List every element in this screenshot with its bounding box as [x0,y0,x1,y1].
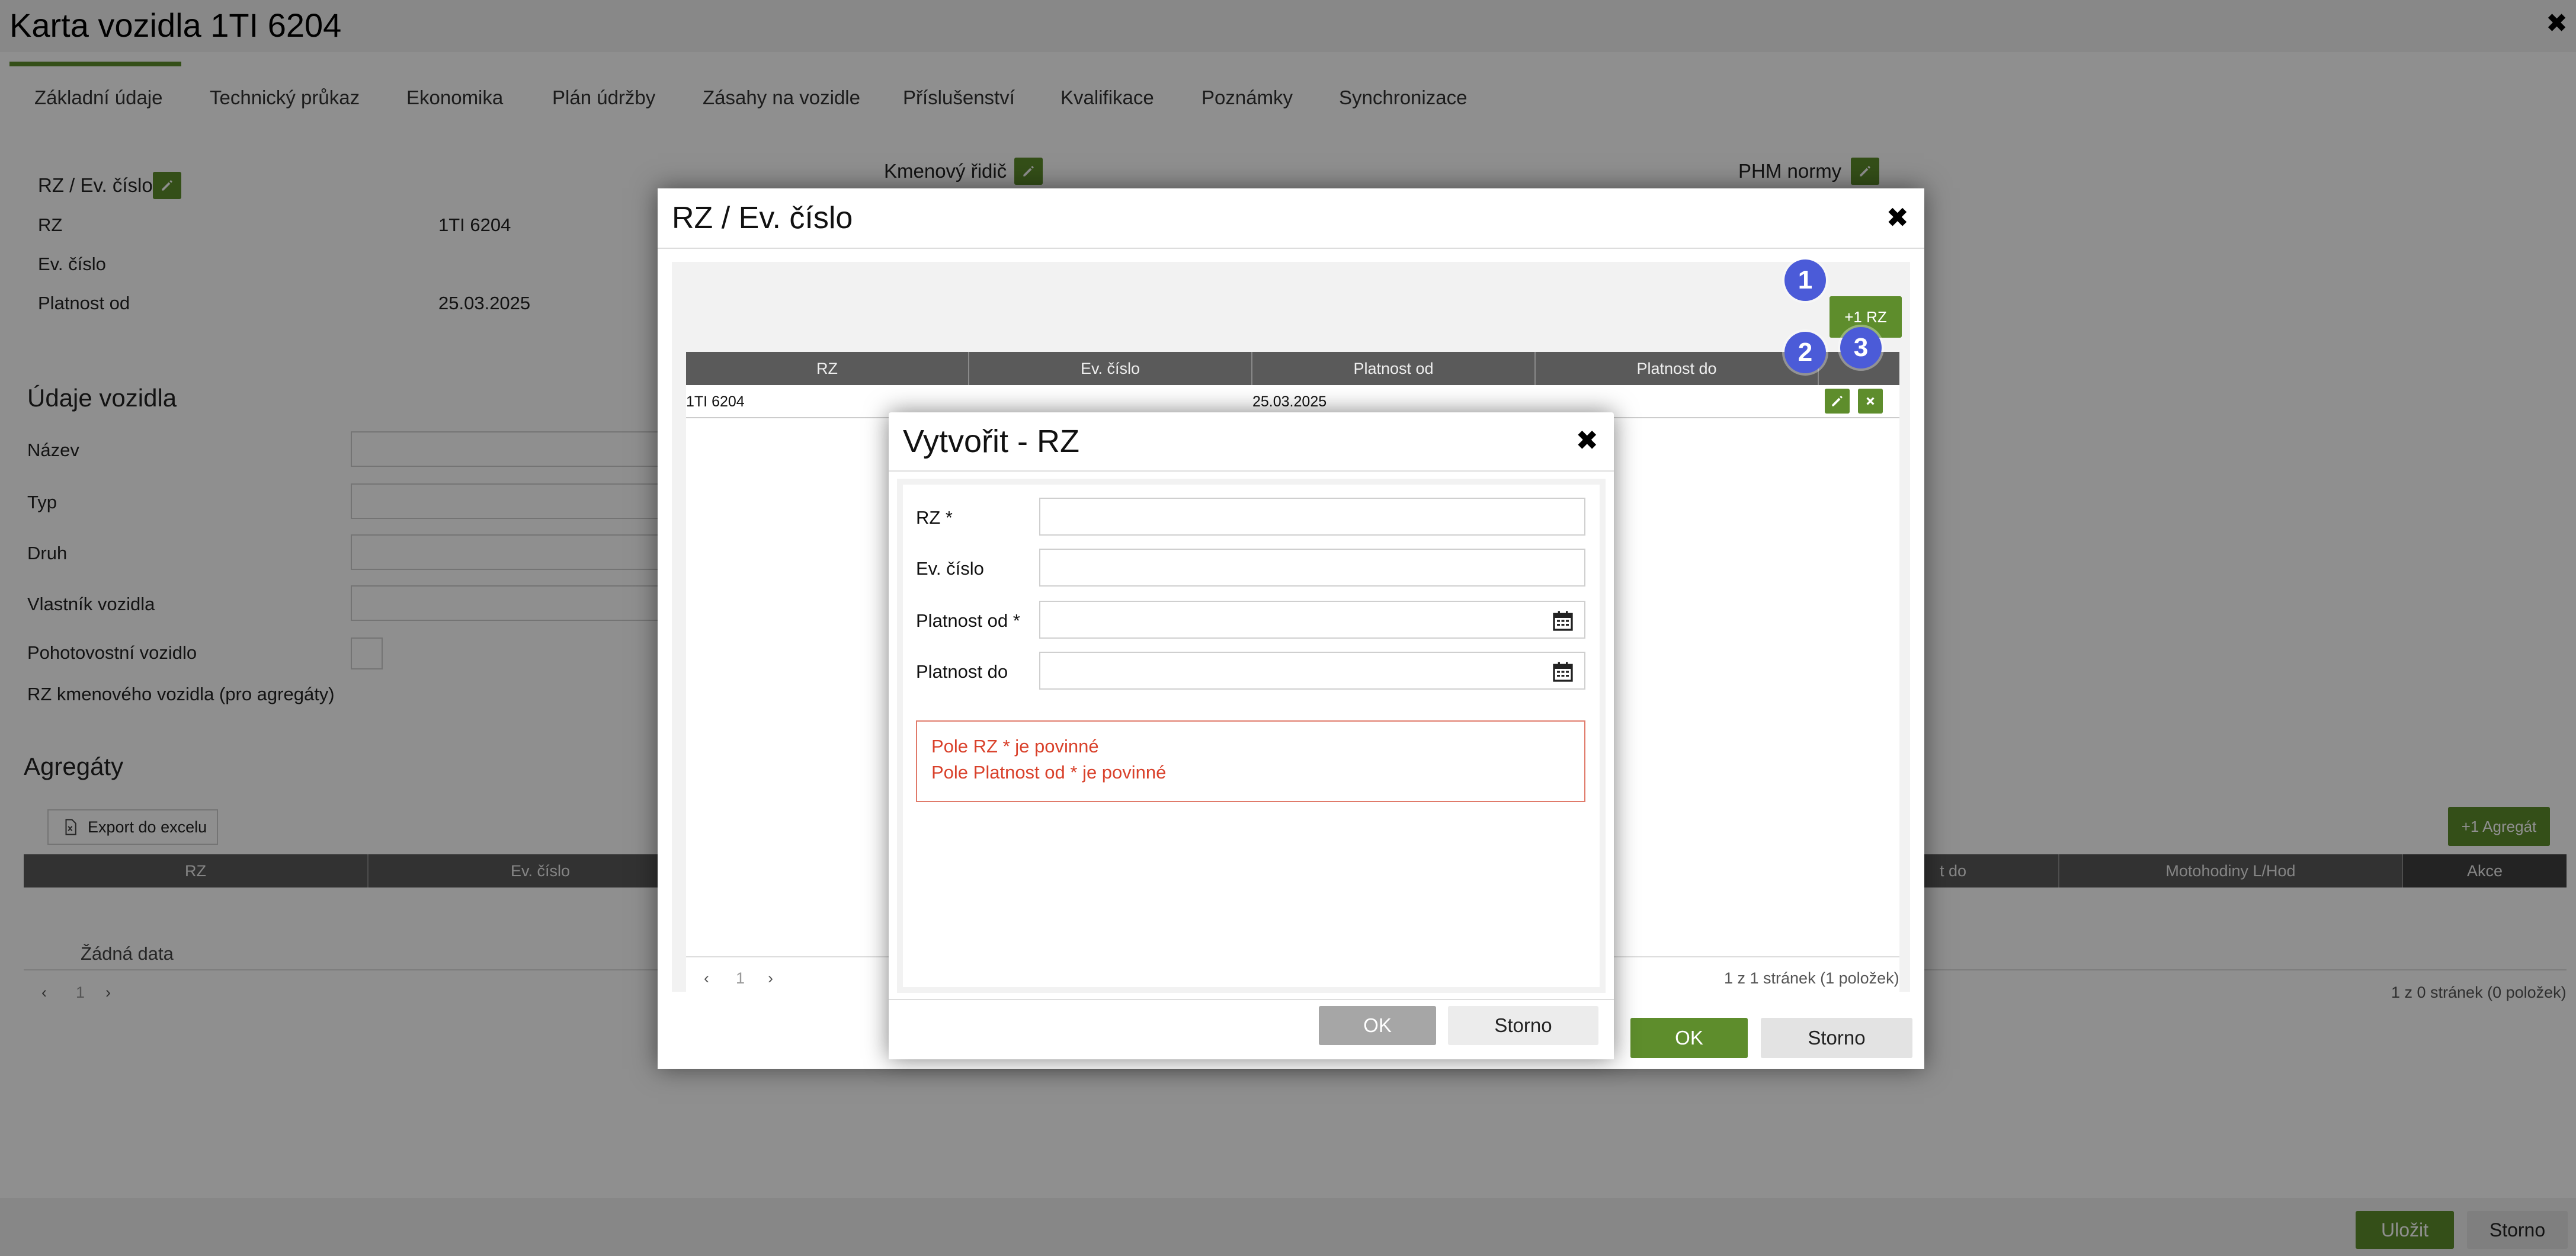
close-icon[interactable]: ✖ [1575,424,1598,456]
column-header-valid-from[interactable]: Platnost od [1252,352,1536,385]
valid-from-field-label: Platnost od * [916,610,1020,631]
row-delete-button[interactable] [1858,389,1883,414]
page-number[interactable]: 1 [736,969,745,988]
valid-from-field-input[interactable] [1039,601,1585,639]
step-badge-3: 3 [1840,327,1882,369]
rz-table-header: RZ Ev. číslo Platnost od Platnost do [686,352,1899,385]
next-page-icon[interactable]: › [768,969,773,988]
create-rz-header: Vytvořit - RZ ✖ [889,412,1614,472]
calendar-icon[interactable] [1551,609,1575,633]
ev-field-label: Ev. číslo [916,558,984,579]
valid-to-field-input[interactable] [1039,652,1585,690]
rz-field-label: RZ * [916,507,953,528]
pencil-icon [1832,396,1843,406]
create-rz-form: RZ * Ev. číslo Platnost od * Platnost do… [903,485,1600,987]
rz-dialog-header: RZ / Ev. číslo ✖ [658,188,1924,249]
create-cancel-button[interactable]: Storno [1448,1006,1598,1045]
create-rz-title: Vytvořit - RZ [903,424,1080,459]
create-rz-footer: OK Storno [889,999,1614,1059]
create-rz-dialog: Vytvořit - RZ ✖ RZ * Ev. číslo Platnost … [889,412,1614,1059]
column-header-valid-to[interactable]: Platnost do [1536,352,1819,385]
step-badge-1: 1 [1784,259,1826,301]
step-badge-2: 2 [1784,332,1826,373]
rz-ok-button[interactable]: OK [1630,1018,1748,1058]
close-icon [1866,397,1875,405]
error-valid-from-required: Pole Platnost od * je povinné [931,762,1167,783]
ev-field-input[interactable] [1039,549,1585,587]
row-rz: 1TI 6204 [686,393,745,410]
rz-dialog-title: RZ / Ev. číslo [672,201,853,235]
rz-cancel-button[interactable]: Storno [1761,1018,1912,1058]
error-rz-required: Pole RZ * je povinné [931,736,1099,757]
column-header-rz[interactable]: RZ [686,352,969,385]
create-rz-body: RZ * Ev. číslo Platnost od * Platnost do… [897,479,1606,993]
column-header-ev[interactable]: Ev. číslo [969,352,1252,385]
valid-to-field-label: Platnost do [916,661,1008,682]
row-edit-button[interactable] [1825,389,1850,414]
pager-info: 1 z 1 stránek (1 položek) [1724,969,1899,987]
rz-field-input[interactable] [1039,498,1585,536]
row-valid-from: 25.03.2025 [1252,393,1327,410]
calendar-icon[interactable] [1551,660,1575,684]
prev-page-icon[interactable]: ‹ [704,969,709,988]
create-ok-button[interactable]: OK [1319,1006,1436,1045]
validation-errors: Pole RZ * je povinné Pole Platnost od * … [916,720,1585,802]
close-icon[interactable]: ✖ [1886,201,1909,233]
